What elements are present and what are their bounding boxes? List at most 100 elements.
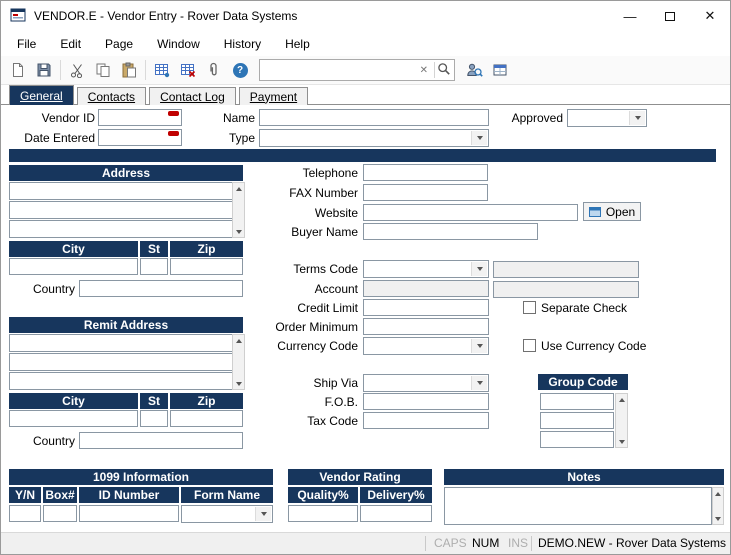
minimize-button[interactable]: — (610, 1, 650, 31)
menu-help[interactable]: Help (273, 33, 322, 55)
tab-payment[interactable]: Payment (239, 87, 308, 105)
paperclip-icon (206, 62, 222, 78)
group-code-scrollbar[interactable] (615, 393, 628, 448)
tab-general[interactable]: General (9, 85, 74, 105)
scroll-down-icon[interactable] (616, 436, 627, 447)
scroll-up-icon[interactable] (233, 335, 244, 346)
menu-edit[interactable]: Edit (48, 33, 93, 55)
ship-via-dropdown[interactable] (363, 374, 489, 392)
remit-country-input[interactable] (79, 432, 243, 449)
scroll-up-icon[interactable] (233, 183, 244, 194)
currency-code-dropdown[interactable] (363, 337, 489, 355)
address-line-2-input[interactable] (9, 201, 233, 219)
remit-zip-input[interactable] (170, 410, 243, 427)
tab-contacts[interactable]: Contacts (77, 87, 146, 105)
user-lookup-button[interactable] (461, 58, 487, 82)
close-button[interactable]: ✕ (690, 1, 730, 31)
fob-input[interactable] (363, 393, 489, 410)
address-city-input[interactable] (9, 258, 138, 275)
address-country-input[interactable] (79, 280, 243, 297)
menu-history[interactable]: History (212, 33, 273, 55)
save-button[interactable] (31, 58, 57, 82)
close-icon: ✕ (705, 8, 716, 24)
copy-button[interactable] (90, 58, 116, 82)
remit-line-3-input[interactable] (9, 372, 233, 390)
1099-id-number-input[interactable] (79, 505, 179, 522)
1099-yn-input[interactable] (9, 505, 41, 522)
address-zip-input[interactable] (170, 258, 243, 275)
credit-limit-input[interactable] (363, 299, 489, 316)
scroll-up-icon[interactable] (713, 488, 723, 499)
layout-button[interactable] (487, 58, 513, 82)
scroll-down-icon[interactable] (233, 378, 244, 389)
maximize-button[interactable] (650, 1, 690, 31)
date-entered-required-flag (168, 131, 179, 136)
order-minimum-label: Order Minimum (268, 319, 358, 336)
account-field (363, 280, 489, 297)
remit-line-2-input[interactable] (9, 353, 233, 371)
website-input[interactable] (363, 204, 578, 221)
address-st-header: St (140, 241, 168, 257)
toolbar-search[interactable]: ✕ (259, 59, 455, 81)
table-delete-button[interactable] (175, 58, 201, 82)
paste-button[interactable] (116, 58, 142, 82)
notes-textarea[interactable] (444, 487, 712, 525)
cut-button[interactable] (64, 58, 90, 82)
name-input[interactable] (259, 109, 489, 126)
separate-check-checkbox[interactable] (523, 301, 536, 314)
remit-st-header: St (140, 393, 168, 409)
name-label: Name (199, 110, 255, 127)
tab-contact-log[interactable]: Contact Log (149, 87, 236, 105)
buyer-name-input[interactable] (363, 223, 538, 240)
attach-button[interactable] (201, 58, 227, 82)
quality-input[interactable] (288, 505, 358, 522)
remit-city-input[interactable] (9, 410, 138, 427)
use-currency-code-checkbox[interactable] (523, 339, 536, 352)
search-icon[interactable] (437, 62, 451, 79)
vendor-rating-header: Vendor Rating (288, 469, 432, 485)
buyer-name-label: Buyer Name (278, 224, 358, 241)
open-website-button[interactable]: Open (583, 202, 641, 221)
delivery-input[interactable] (360, 505, 432, 522)
table-view-button[interactable] (149, 58, 175, 82)
remit-line-1-input[interactable] (9, 334, 233, 352)
tax-code-input[interactable] (363, 412, 489, 429)
new-button[interactable] (5, 58, 31, 82)
ship-via-label: Ship Via (278, 375, 358, 392)
telephone-input[interactable] (363, 164, 488, 181)
approved-dropdown[interactable] (567, 109, 647, 127)
type-dropdown[interactable] (259, 129, 489, 147)
1099-box-input[interactable] (43, 505, 77, 522)
terms-code-label: Terms Code (268, 261, 358, 278)
1099-id-number-header: ID Number (79, 487, 179, 503)
scroll-up-icon[interactable] (616, 394, 627, 405)
menu-window[interactable]: Window (145, 33, 212, 55)
address-scrollbar[interactable] (232, 182, 245, 238)
fax-input[interactable] (363, 184, 488, 201)
status-bar: CAPS NUM INS DEMO.NEW - Rover Data Syste… (1, 532, 730, 554)
menu-page[interactable]: Page (93, 33, 145, 55)
remit-scrollbar[interactable] (232, 334, 245, 390)
group-code-input-1[interactable] (540, 393, 614, 410)
order-minimum-input[interactable] (363, 318, 489, 335)
remit-st-input[interactable] (140, 410, 168, 427)
terms-code-dropdown[interactable] (363, 260, 489, 278)
toolbar: ? ✕ (1, 56, 730, 85)
clear-search-icon[interactable]: ✕ (416, 65, 432, 76)
notes-scrollbar[interactable] (712, 487, 724, 525)
minimize-icon: — (624, 9, 637, 24)
quality-header: Quality% (288, 487, 358, 503)
address-st-input[interactable] (140, 258, 168, 275)
address-line-1-input[interactable] (9, 182, 233, 200)
scroll-down-icon[interactable] (233, 226, 244, 237)
menu-file[interactable]: File (5, 33, 48, 55)
group-code-input-3[interactable] (540, 431, 614, 448)
scroll-down-icon[interactable] (713, 513, 723, 524)
1099-form-name-dropdown[interactable] (181, 505, 273, 523)
chevron-down-icon (471, 131, 487, 145)
address-line-3-input[interactable] (9, 220, 233, 238)
group-code-input-2[interactable] (540, 412, 614, 429)
search-input[interactable] (263, 61, 416, 79)
help-button[interactable]: ? (227, 58, 253, 82)
remit-zip-header: Zip (170, 393, 243, 409)
